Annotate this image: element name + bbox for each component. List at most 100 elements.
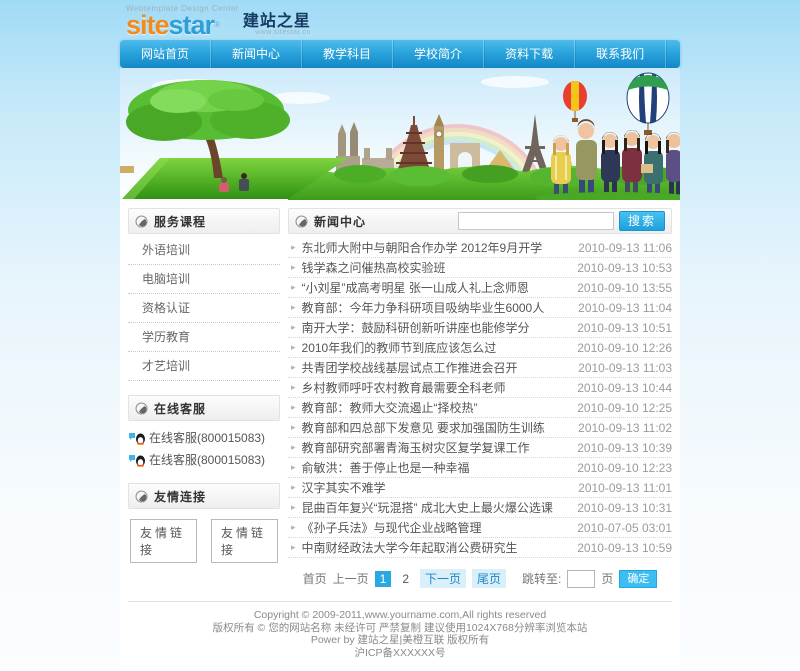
news-link[interactable]: 共青团学校战线基层试点工作推进会召开 — [302, 359, 571, 376]
news-row: ▸乡村教师呼吁农村教育最需要全科老师2010-09-13 10:44 — [288, 378, 672, 398]
news-link[interactable]: 俞敏洪：善于停止也是一种幸福 — [302, 459, 570, 476]
qq-agent-2[interactable]: 在线客服(800015083) — [128, 449, 280, 471]
news-link[interactable]: 2010年我们的教师节到底应该怎么过 — [302, 339, 570, 356]
panel-bullet-icon — [135, 402, 148, 415]
site-logo[interactable]: Webtemplate Design Center sitestar® 建站之星… — [126, 4, 311, 38]
pagination-prev[interactable]: 上一页 — [333, 570, 369, 587]
panel-header-service: 在线客服 — [128, 395, 280, 421]
qq-agent-1[interactable]: 在线客服(800015083) — [128, 427, 280, 449]
registered-mark-icon: ® — [214, 20, 219, 29]
news-date: 2010-09-13 11:06 — [578, 241, 672, 255]
courses-panel-title: 服务课程 — [154, 213, 206, 230]
links-panel-title: 友情连接 — [154, 488, 206, 505]
jump-confirm-button[interactable]: 确定 — [619, 570, 657, 588]
main-nav: 网站首页 新闻中心 教学科目 学校简介 资料下载 联系我们 — [120, 40, 680, 68]
news-link[interactable]: 南开大学：鼓励科研创新听讲座也能修学分 — [302, 319, 570, 336]
logo-en: Webtemplate Design Center sitestar® — [126, 4, 239, 38]
arrow-bullet-icon: ▸ — [291, 402, 296, 413]
news-link[interactable]: 汉字其实不难学 — [302, 479, 571, 496]
news-link[interactable]: 教育部和四总部下发意见 要求加强国防生训练 — [302, 419, 571, 436]
news-header: 新闻中心 搜索 — [288, 208, 672, 234]
page-container: Webtemplate Design Center sitestar® 建站之星… — [120, 0, 680, 671]
panel-bullet-icon — [135, 215, 148, 228]
course-item-academic[interactable]: 学历教育 — [128, 323, 280, 352]
news-link[interactable]: 教育部研究部署青海玉树灾区复学复课工作 — [302, 439, 570, 456]
course-item-certification[interactable]: 资格认证 — [128, 294, 280, 323]
logo-cn-name: 建站之星 — [243, 14, 311, 29]
nav-item-home[interactable]: 网站首页 — [120, 40, 211, 68]
logo-cn-url: www.sitestar.cn — [243, 29, 311, 36]
news-link[interactable]: 教育部：今年力争科研项目吸纳毕业生6000人 — [302, 299, 571, 316]
pagination-last[interactable]: 尾页 — [472, 569, 506, 588]
friend-link-1[interactable]: 友情链接 — [130, 519, 197, 563]
pagination-page-2[interactable]: 2 — [397, 571, 414, 587]
panel-header-courses: 服务课程 — [128, 208, 280, 234]
arrow-bullet-icon: ▸ — [291, 462, 296, 473]
course-item-talent[interactable]: 才艺培训 — [128, 352, 280, 381]
course-item-foreign-language[interactable]: 外语培训 — [128, 236, 280, 265]
news-search-input[interactable] — [458, 212, 614, 230]
qq-agent-label: 在线客服(800015083) — [149, 427, 265, 449]
panel-bullet-icon — [295, 215, 308, 228]
friend-link-2[interactable]: 友情链接 — [211, 519, 278, 563]
news-date: 2010-09-13 10:44 — [577, 381, 672, 395]
news-list: ▸ 东北师大附中与朝阳合作办学 2012年9月开学 2010-09-13 11:06… — [288, 238, 672, 558]
news-section: 新闻中心 搜索 ▸ 东北师大附中与朝阳合作办学 2012年9月开学 2010-09-… — [288, 208, 672, 597]
news-link[interactable]: 中南财经政法大学今年起取消公费研究生 — [302, 539, 570, 556]
news-link[interactable]: 钱学森之问催热高校实验班 — [302, 259, 570, 276]
search-button[interactable]: 搜索 — [619, 211, 665, 231]
news-row: ▸教育部：今年力争科研项目吸纳毕业生6000人2010-09-13 11:04 — [288, 298, 672, 318]
news-row: ▸钱学森之问催热高校实验班2010-09-13 10:53 — [288, 258, 672, 278]
logo-wordmark: sitestar® — [126, 12, 239, 38]
news-link[interactable]: 《孙子兵法》与现代企业战略管理 — [302, 519, 570, 536]
news-row: ▸ 中南财经政法大学今年起取消公费研究生 2010-09-13 10:59 — [288, 538, 672, 558]
news-row: ▸昆曲百年复兴“玩混搭” 成北大史上最火爆公选课2010-09-13 10:31 — [288, 498, 672, 518]
news-date: 2010-09-13 11:04 — [578, 301, 672, 315]
news-date: 2010-09-13 10:51 — [577, 321, 672, 335]
news-row: ▸《孙子兵法》与现代企业战略管理2010-07-05 03:01 — [288, 518, 672, 538]
nav-item-contact[interactable]: 联系我们 — [575, 40, 666, 68]
news-link[interactable]: 乡村教师呼吁农村教育最需要全科老师 — [302, 379, 570, 396]
nav-item-news[interactable]: 新闻中心 — [211, 40, 302, 68]
news-row: ▸2010年我们的教师节到底应该怎么过2010-09-10 12:26 — [288, 338, 672, 358]
news-link[interactable]: “小刘星”成高考明星 张一山成人礼上念师恩 — [302, 279, 570, 296]
nav-item-subjects[interactable]: 教学科目 — [302, 40, 393, 68]
qq-chat-icon — [128, 453, 146, 467]
jump-unit: 页 — [601, 570, 613, 587]
news-link[interactable]: 昆曲百年复兴“玩混搭” 成北大史上最火爆公选课 — [302, 499, 570, 516]
arrow-bullet-icon: ▸ — [291, 342, 296, 353]
banner-illustration — [120, 68, 680, 200]
nav-item-about[interactable]: 学校简介 — [393, 40, 484, 68]
arrow-bullet-icon: ▸ — [291, 542, 296, 553]
arrow-bullet-icon: ▸ — [291, 262, 296, 273]
news-link[interactable]: 教育部：教师大交流遏止“择校热” — [302, 399, 570, 416]
course-item-computer[interactable]: 电脑培训 — [128, 265, 280, 294]
news-date: 2010-09-10 12:25 — [577, 401, 672, 415]
banner — [120, 68, 680, 200]
arrow-bullet-icon: ▸ — [291, 442, 296, 453]
qq-chat-icon — [128, 431, 146, 445]
pagination-first[interactable]: 首页 — [303, 570, 327, 587]
qq-agent-label: 在线客服(800015083) — [149, 449, 265, 471]
news-date: 2010-09-13 11:03 — [578, 361, 672, 375]
arrow-bullet-icon: ▸ — [291, 502, 296, 513]
footer-copyright: Copyright © 2009-2011,www.yourname.com,A… — [128, 609, 672, 622]
news-date: 2010-09-13 10:59 — [577, 541, 672, 555]
pagination-page-1[interactable]: 1 — [375, 571, 392, 587]
news-date: 2010-09-10 12:23 — [577, 461, 672, 475]
pagination-next[interactable]: 下一页 — [420, 569, 466, 588]
panel-header-links: 友情连接 — [128, 483, 280, 509]
panel-bullet-icon — [135, 490, 148, 503]
pagination: 首页 上一页 1 2 下一页 尾页 跳转至: 页 确定 — [288, 569, 672, 588]
logo-cn: 建站之星 www.sitestar.cn — [243, 14, 311, 38]
news-row: ▸汉字其实不难学2010-09-13 11:01 — [288, 478, 672, 498]
jump-page-input[interactable] — [567, 570, 595, 588]
arrow-bullet-icon: ▸ — [291, 362, 296, 373]
page-background: { "logo": { "tagline": "Webtemplate Desi… — [0, 0, 800, 671]
nav-item-downloads[interactable]: 资料下载 — [484, 40, 575, 68]
arrow-bullet-icon: ▸ — [291, 242, 296, 253]
footer-icp: 沪ICP备XXXXXX号 — [128, 647, 672, 660]
news-link[interactable]: 东北师大附中与朝阳合作办学 2012年9月开学 — [302, 239, 571, 256]
news-row: ▸教育部研究部署青海玉树灾区复学复课工作2010-09-13 10:39 — [288, 438, 672, 458]
news-title: 新闻中心 — [314, 213, 366, 230]
